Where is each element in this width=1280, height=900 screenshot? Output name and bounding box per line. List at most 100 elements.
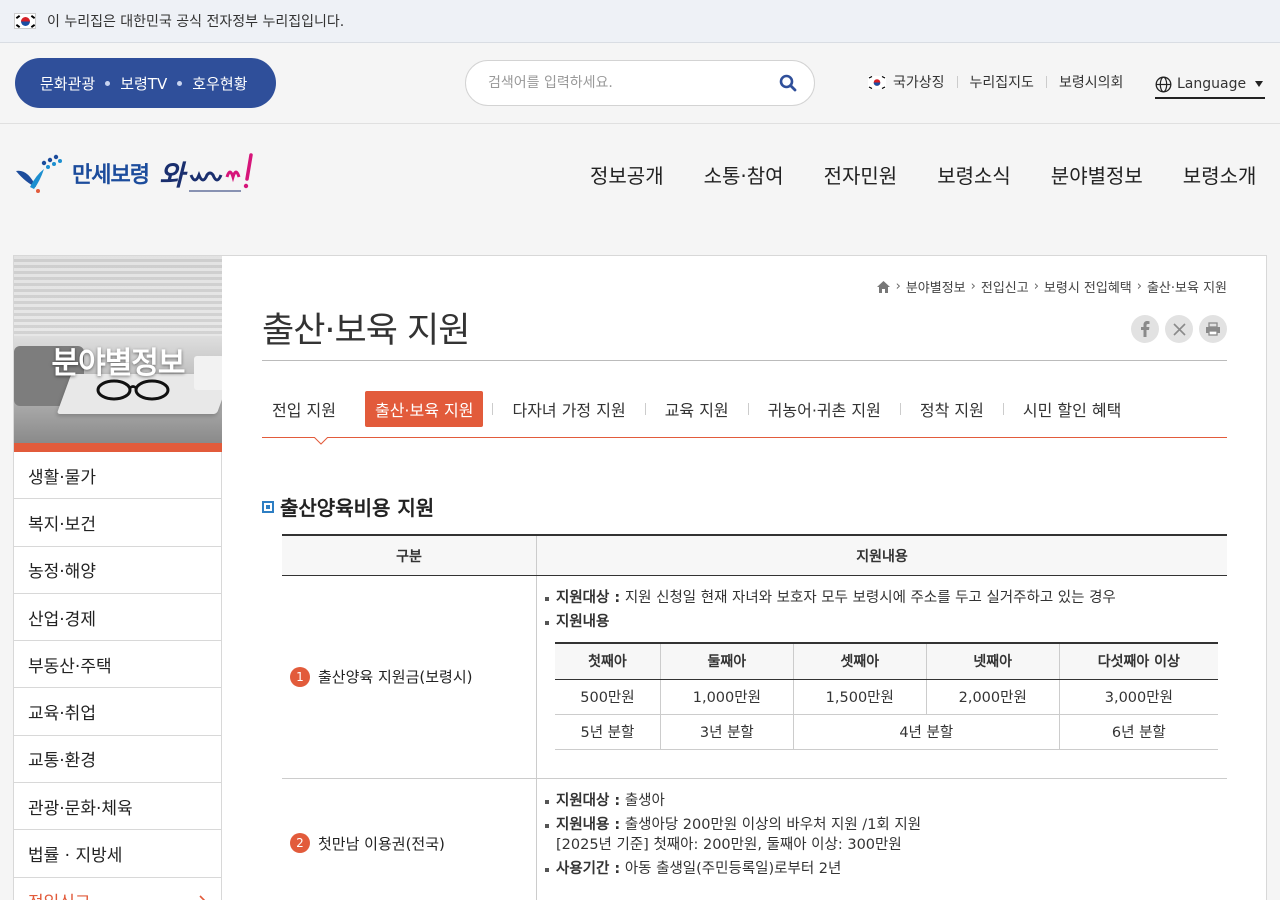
breadcrumb-item[interactable]: 분야별정보 bbox=[906, 277, 966, 296]
content-text: 출생아당 200만원 이상의 바우처 지원 /1회 지원 bbox=[624, 816, 922, 833]
korea-flag-icon bbox=[868, 75, 886, 89]
nav-about[interactable]: 보령소개 bbox=[1183, 160, 1257, 189]
sidebar-item-welfare[interactable]: 복지·보건 bbox=[14, 499, 221, 547]
content-line: 지원내용 : 출생아당 200만원 이상의 바우처 지원 /1회 지원 [202… bbox=[545, 815, 1219, 855]
target-line: 지원대상 : 지원 신청일 현재 자녀와 보호자 모두 보령시에 주소를 두고 … bbox=[545, 588, 1219, 608]
sidebar-item-label: 교육·취업 bbox=[28, 704, 96, 725]
chevron-right-icon: › bbox=[970, 279, 976, 294]
section-title-text: 출산양육비용 지원 bbox=[280, 496, 435, 520]
sidebar-item-label: 법률 · 지방세 bbox=[28, 846, 123, 867]
row-category: 1 출산양육 지원금(보령시) bbox=[282, 576, 537, 778]
main-nav: 정보공개 소통·참여 전자민원 보령소식 분야별정보 보령소개 bbox=[590, 160, 1256, 189]
breadcrumb: › 분야별정보 › 전입신고 › 보령시 전입혜택 › 출산·보육 지원 bbox=[876, 277, 1227, 296]
table-header-category: 구분 bbox=[282, 536, 537, 575]
tab-separator bbox=[492, 403, 494, 415]
row-category: 2 첫만남 이용권(전국) bbox=[282, 778, 537, 900]
search-button[interactable] bbox=[774, 69, 802, 97]
row-label: 출산양육 지원금(보령시) bbox=[318, 668, 473, 687]
utility-bar: 문화관광 보령TV 호우현황 국가상징 누리집지도 보령시의회 bbox=[0, 43, 1280, 124]
caret-down-icon bbox=[1255, 81, 1263, 87]
sidebar-item-label: 교통·환경 bbox=[28, 751, 96, 772]
breadcrumb-item[interactable]: 전입신고 bbox=[981, 277, 1029, 296]
sidebar-item-move-in[interactable]: 전입신고 bbox=[14, 878, 221, 900]
content-label: 지원내용 : bbox=[556, 816, 621, 833]
sidebar-item-education[interactable]: 교육·취업 bbox=[14, 688, 221, 736]
language-label: Language bbox=[1177, 76, 1247, 92]
chevron-right-icon: › bbox=[1033, 279, 1039, 294]
amount-row: 500만원 1,000만원 1,500만원 2,000만원 3,000만원 bbox=[555, 679, 1218, 715]
search-input[interactable] bbox=[488, 75, 774, 91]
language-select[interactable]: Language bbox=[1155, 71, 1265, 99]
row-content: 지원대상 : 출생아 지원내용 : 출생아당 200만원 이상의 바우처 지원 … bbox=[537, 779, 1227, 900]
quick-links: 문화관광 보령TV 호우현황 bbox=[15, 58, 276, 108]
sidebar-item-culture[interactable]: 관광·문화·체육 bbox=[14, 783, 221, 831]
section-title: 출산양육비용 지원 bbox=[262, 492, 434, 521]
gov-banner-text: 이 누리집은 대한민국 공식 전자정부 누리집입니다. bbox=[47, 14, 345, 30]
target-line: 지원대상 : 출생아 bbox=[545, 791, 1219, 811]
quick-link-culture[interactable]: 문화관광 bbox=[40, 73, 95, 94]
nav-participation[interactable]: 소통·참여 bbox=[704, 160, 784, 189]
amount-cell: 2,000만원 bbox=[926, 679, 1060, 715]
content-area: › 분야별정보 › 전입신고 › 보령시 전입혜택 › 출산·보육 지원 출산·… bbox=[262, 256, 1227, 900]
breadcrumb-current[interactable]: 출산·보육 지원 bbox=[1147, 277, 1227, 296]
target-label: 지원대상 : bbox=[556, 792, 621, 809]
table-header: 구분 지원내용 bbox=[282, 536, 1227, 576]
target-text: 지원 신청일 현재 자녀와 보호자 모두 보령시에 주소를 두고 실거주하고 있… bbox=[624, 590, 1116, 606]
home-icon[interactable] bbox=[876, 280, 891, 294]
breadcrumb-item[interactable]: 보령시 전입혜택 bbox=[1044, 277, 1132, 296]
content-label: 지원내용 bbox=[556, 614, 610, 630]
title-divider bbox=[262, 360, 1227, 361]
tab-return-farm-support[interactable]: 귀농어·귀촌 지원 bbox=[758, 391, 891, 427]
period-label: 사용기간 : bbox=[556, 860, 621, 877]
print-icon[interactable] bbox=[1199, 315, 1227, 343]
tab-separator bbox=[355, 403, 356, 415]
main-frame: 분야별정보 생활·물가 복지·보건 농정·해양 산업·경제 부동산·주택 교육·… bbox=[13, 255, 1267, 900]
amount-table: 첫째아 둘째아 셋째아 넷째아 다섯째아 이상 500만원 1,000만원 1,… bbox=[555, 642, 1218, 750]
child-order-header: 첫째아 bbox=[555, 643, 661, 680]
site-logo[interactable]: 만세보령 와 bbox=[14, 148, 266, 198]
svg-text:와: 와 bbox=[159, 159, 188, 192]
tab-education-support[interactable]: 교육 지원 bbox=[655, 391, 739, 427]
gov-banner: 이 누리집은 대한민국 공식 전자정부 누리집입니다. bbox=[0, 0, 1280, 43]
tab-childbirth-support[interactable]: 출산·보육 지원 bbox=[364, 391, 484, 427]
sidebar-item-traffic[interactable]: 교통·환경 bbox=[14, 736, 221, 784]
top-link-sitemap[interactable]: 누리집지도 bbox=[970, 72, 1034, 92]
x-icon[interactable] bbox=[1165, 315, 1193, 343]
dot-separator bbox=[105, 80, 111, 86]
tab-move-in-support[interactable]: 전입 지원 bbox=[262, 391, 346, 427]
target-label: 지원대상 : bbox=[556, 590, 621, 606]
sidebar-item-agriculture[interactable]: 농정·해양 bbox=[14, 547, 221, 594]
top-link-national-symbols[interactable]: 국가상징 bbox=[893, 72, 945, 92]
sidebar-item-housing[interactable]: 부동산·주택 bbox=[14, 641, 221, 689]
quick-link-tv[interactable]: 보령TV bbox=[120, 73, 167, 94]
installment-cell: 4년 분할 bbox=[793, 714, 1060, 750]
sidebar-item-economy[interactable]: 산업·경제 bbox=[14, 594, 221, 642]
support-table: 구분 지원내용 1 출산양육 지원금(보령시) 지원대상 : 지원 신청일 현재… bbox=[282, 534, 1227, 900]
sidebar-item-law[interactable]: 법률 · 지방세 bbox=[14, 830, 221, 878]
sidebar-item-label: 산업·경제 bbox=[28, 609, 96, 630]
logo-wing-icon bbox=[16, 154, 62, 193]
nav-info-disclosure[interactable]: 정보공개 bbox=[590, 160, 664, 189]
row-number-badge: 1 bbox=[290, 666, 310, 687]
dot-separator bbox=[177, 80, 183, 86]
row-content: 지원대상 : 지원 신청일 현재 자녀와 보호자 모두 보령시에 주소를 두고 … bbox=[537, 576, 1227, 778]
facebook-icon[interactable] bbox=[1131, 315, 1159, 343]
child-order-header: 셋째아 bbox=[793, 643, 927, 680]
child-order-header: 다섯째아 이상 bbox=[1059, 643, 1218, 680]
sidebar-title: 분야별정보 bbox=[51, 346, 186, 381]
globe-icon bbox=[1155, 76, 1172, 92]
tab-separator bbox=[899, 403, 901, 415]
nav-news[interactable]: 보령소식 bbox=[937, 160, 1011, 189]
chevron-right-icon: › bbox=[895, 279, 901, 294]
tab-citizen-discount[interactable]: 시민 할인 혜택 bbox=[1013, 391, 1132, 427]
tab-settlement-support[interactable]: 정착 지원 bbox=[910, 391, 994, 427]
nav-field-info[interactable]: 분야별정보 bbox=[1051, 160, 1143, 189]
share-buttons bbox=[1125, 315, 1227, 343]
nav-e-civil[interactable]: 전자민원 bbox=[824, 160, 898, 189]
sidebar-item-living[interactable]: 생활·물가 bbox=[14, 452, 221, 500]
sidebar-visual: 분야별정보 bbox=[14, 256, 222, 443]
tab-multi-child-support[interactable]: 다자녀 가정 지원 bbox=[502, 391, 635, 427]
top-link-council[interactable]: 보령시의회 bbox=[1059, 72, 1123, 92]
sidebar-item-label: 복지·보건 bbox=[28, 514, 96, 535]
quick-link-rain[interactable]: 호우현황 bbox=[192, 73, 247, 94]
